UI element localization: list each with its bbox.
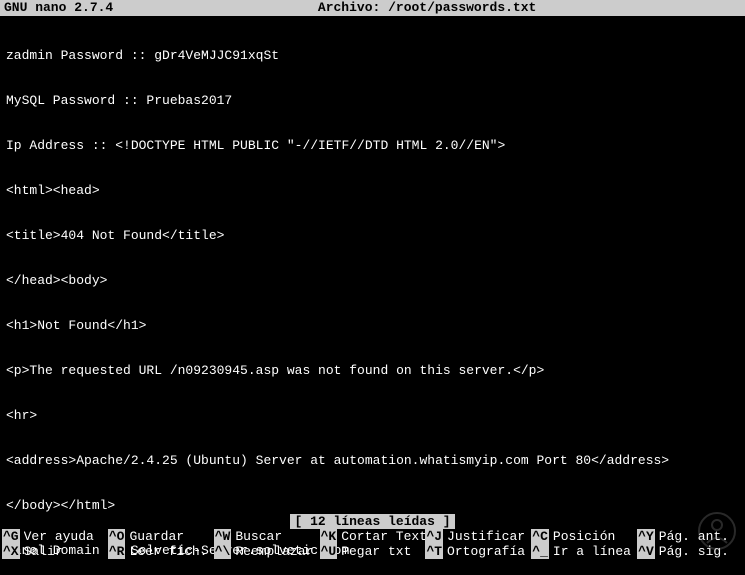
text-line: </body></html>: [6, 498, 739, 513]
key-label: ^C: [531, 529, 549, 544]
help-label: Salir: [24, 544, 63, 559]
status-bar: [ 12 líneas leídas ]: [0, 514, 745, 529]
help-row-2: ^X Salir ^RLeer fich. ^\Reemplazar ^UPega…: [2, 544, 743, 559]
help-label: Ortografía: [447, 544, 525, 559]
text-line: <title>404 Not Found</title>: [6, 228, 739, 243]
key-label: ^W: [214, 529, 232, 544]
help-label: Posición: [553, 529, 615, 544]
title-bar: GNU nano 2.7.4 Archivo: /root/passwords.…: [0, 0, 745, 16]
key-label: ^J: [425, 529, 443, 544]
text-line: Ip Address :: <!DOCTYPE HTML PUBLIC "-//…: [6, 138, 739, 153]
key-label: ^K: [320, 529, 338, 544]
key-label: ^O: [108, 529, 126, 544]
text-line: <address>Apache/2.4.25 (Ubuntu) Server a…: [6, 453, 739, 468]
help-justify[interactable]: ^J Justificar: [425, 529, 531, 544]
help-label: Ver ayuda: [24, 529, 94, 544]
help-label: Pegar txt: [341, 544, 411, 559]
help-write-out[interactable]: ^OGuardar: [108, 529, 214, 544]
help-get-help[interactable]: ^G Ver ayuda: [2, 529, 108, 544]
text-line: <p>The requested URL /n09230945.asp was …: [6, 363, 739, 378]
help-goto-line[interactable]: ^_ Ir a línea: [531, 544, 637, 559]
file-name: Archivo: /root/passwords.txt: [113, 1, 741, 15]
text-line: MySQL Password :: Pruebas2017: [6, 93, 739, 108]
key-label: ^\: [214, 544, 232, 559]
help-label: Buscar: [235, 529, 282, 544]
status-text: [ 12 líneas leídas ]: [290, 514, 454, 529]
help-label: Justificar: [447, 529, 525, 544]
key-label: ^U: [320, 544, 338, 559]
text-line: zadmin Password :: gDr4VeMJJC91xqSt: [6, 48, 739, 63]
help-label: Reemplazar: [235, 544, 313, 559]
editor-content[interactable]: zadmin Password :: gDr4VeMJJC91xqSt MySQ…: [0, 16, 745, 575]
text-line: <h1>Not Found</h1>: [6, 318, 739, 333]
text-line: </head><body>: [6, 273, 739, 288]
help-spell[interactable]: ^T Ortografía: [425, 544, 531, 559]
key-label: ^X: [2, 544, 20, 559]
help-label: Ir a línea: [553, 544, 631, 559]
help-label: Cortar Text: [341, 529, 425, 544]
help-replace[interactable]: ^\Reemplazar: [214, 544, 320, 559]
text-line: <html><head>: [6, 183, 739, 198]
help-label: Guardar: [129, 529, 184, 544]
watermark-icon: [697, 511, 737, 551]
help-exit[interactable]: ^X Salir: [2, 544, 108, 559]
text-line: <hr>: [6, 408, 739, 423]
key-label: ^V: [637, 544, 655, 559]
help-read-file[interactable]: ^RLeer fich.: [108, 544, 214, 559]
help-position[interactable]: ^C Posición: [531, 529, 637, 544]
help-paste[interactable]: ^UPegar txt: [320, 544, 426, 559]
key-label: ^R: [108, 544, 126, 559]
key-label: ^G: [2, 529, 20, 544]
key-label: ^Y: [637, 529, 655, 544]
help-bar: ^G Ver ayuda ^OGuardar ^WBuscar ^KCortar …: [0, 529, 745, 559]
key-label: ^_: [531, 544, 549, 559]
help-cut[interactable]: ^KCortar Text: [320, 529, 426, 544]
key-label: ^T: [425, 544, 443, 559]
app-name: GNU nano 2.7.4: [4, 1, 113, 15]
help-row-1: ^G Ver ayuda ^OGuardar ^WBuscar ^KCortar …: [2, 529, 743, 544]
help-search[interactable]: ^WBuscar: [214, 529, 320, 544]
help-label: Leer fich.: [129, 544, 207, 559]
